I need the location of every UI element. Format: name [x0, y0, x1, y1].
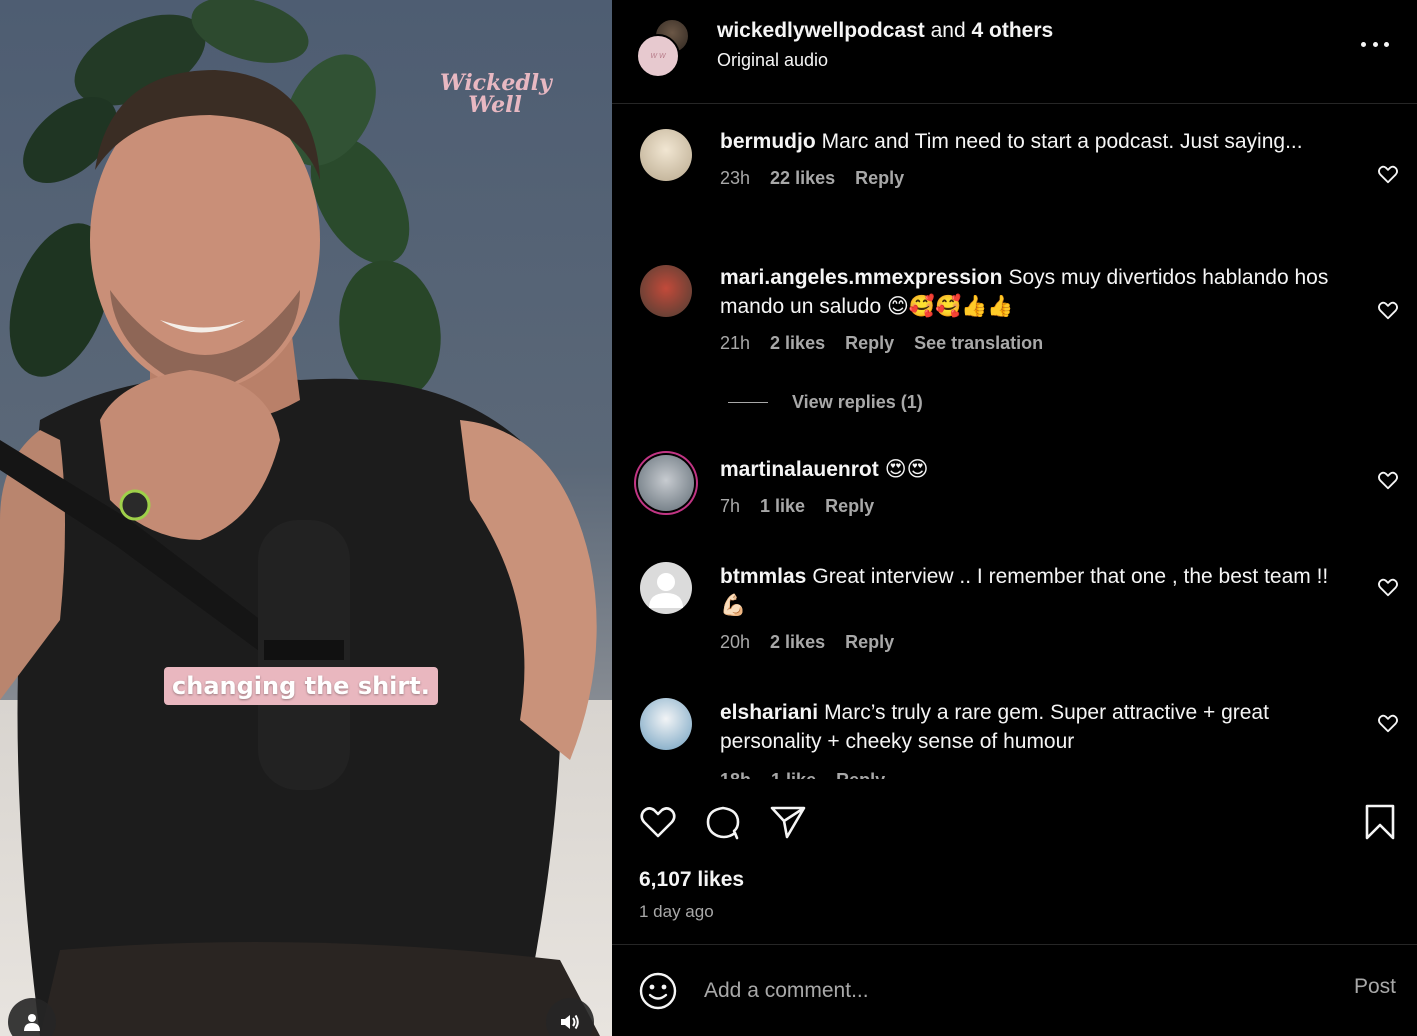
avatar[interactable]	[640, 698, 692, 750]
comment-username[interactable]: btmmlas	[720, 565, 806, 588]
comment-time[interactable]: 21h	[720, 331, 750, 355]
reel-video[interactable]: Wickedly Well changing the shirt.	[0, 0, 612, 1036]
avatar[interactable]	[640, 562, 692, 614]
emoji-icon[interactable]	[638, 971, 678, 1011]
see-translation-button[interactable]: See translation	[914, 331, 1043, 355]
comment-text: 😍😍	[884, 458, 929, 481]
default-avatar-icon	[649, 573, 683, 608]
heart-icon[interactable]	[1377, 163, 1399, 185]
comment-time[interactable]: 7h	[720, 494, 740, 518]
reply-button[interactable]: Reply	[845, 331, 894, 355]
likes-count[interactable]: 6,107 likes	[639, 868, 744, 892]
others-link[interactable]: 4 others	[971, 19, 1053, 42]
comment-composer: Post	[612, 944, 1417, 1036]
collab-avatars[interactable]: W W	[636, 18, 696, 78]
heart-icon[interactable]	[1377, 469, 1399, 491]
replies-divider	[728, 402, 768, 403]
avatar[interactable]	[640, 265, 692, 317]
reply-button[interactable]: Reply	[855, 166, 904, 190]
bookmark-icon[interactable]	[1360, 802, 1400, 842]
comment-time[interactable]: 23h	[720, 166, 750, 190]
reply-button[interactable]: Reply	[825, 494, 874, 518]
comment-likes[interactable]: 2 likes	[770, 331, 825, 355]
comments-list[interactable]: bermudjo Marc and Tim need to start a pod…	[612, 105, 1417, 779]
post-header: W W wickedlywellpodcast and 4 others Ori…	[612, 0, 1417, 104]
post-date[interactable]: 1 day ago	[639, 902, 714, 922]
author-line: wickedlywellpodcast and 4 others	[717, 17, 1053, 45]
comment-icon[interactable]	[703, 802, 743, 842]
heart-icon[interactable]	[638, 802, 678, 842]
podcast-guest	[0, 70, 600, 1036]
comment-likes[interactable]: 22 likes	[770, 166, 835, 190]
view-replies-label: View replies (1)	[792, 392, 923, 412]
comment-likes[interactable]: 2 likes	[770, 630, 825, 654]
user-icon	[24, 1014, 40, 1031]
heart-icon[interactable]	[1377, 299, 1399, 321]
comment-time[interactable]: 20h	[720, 630, 750, 654]
comment-likes[interactable]: 1 like	[760, 494, 805, 518]
heart-icon[interactable]	[1377, 576, 1399, 598]
comment-input[interactable]	[704, 973, 1304, 1009]
comment-text: Great interview .. I remember that one ,…	[720, 565, 1329, 617]
comment-username[interactable]: mari.angeles.mmexpression	[720, 266, 1002, 289]
share-icon[interactable]	[768, 802, 808, 842]
author-username[interactable]: wickedlywellpodcast	[717, 19, 925, 42]
comment-username[interactable]: elshariani	[720, 701, 818, 724]
comment-username[interactable]: martinalauenrot	[720, 458, 879, 481]
comment-text: Marc and Tim need to start a podcast. Ju…	[821, 130, 1303, 153]
avatar[interactable]	[640, 129, 692, 181]
more-icon[interactable]	[1361, 34, 1389, 54]
avatar[interactable]	[638, 455, 694, 511]
view-replies-button[interactable]: View replies (1)	[728, 392, 923, 413]
comment-meta-partial: 18h 1 like Reply	[720, 770, 885, 779]
heart-icon[interactable]	[1377, 712, 1399, 734]
speaker-icon	[561, 1014, 579, 1030]
audio-link[interactable]: Original audio	[717, 46, 1053, 74]
avatar: W W	[636, 34, 680, 78]
video-caption: changing the shirt.	[164, 667, 438, 705]
post-author: wickedlywellpodcast and 4 others Origina…	[717, 17, 1053, 74]
brand-logo: Wickedly Well	[440, 70, 552, 118]
post-actions	[612, 780, 1417, 860]
and-text: and	[930, 19, 966, 42]
post-panel: W W wickedlywellpodcast and 4 others Ori…	[612, 0, 1417, 1036]
post-comment-button[interactable]: Post	[1354, 975, 1396, 999]
comment-username[interactable]: bermudjo	[720, 130, 816, 153]
reply-button[interactable]: Reply	[845, 630, 894, 654]
